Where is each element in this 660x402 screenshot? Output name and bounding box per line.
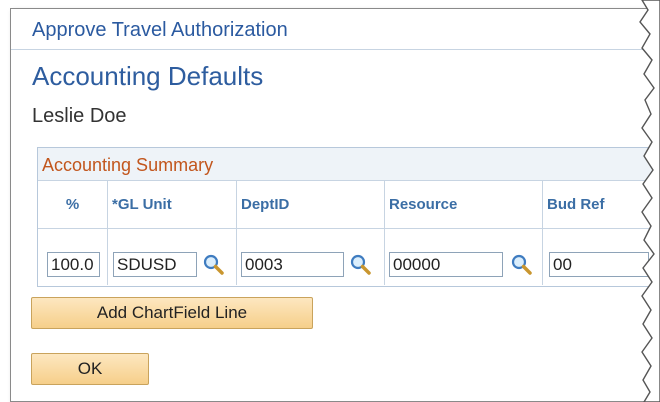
magnifier-lookup-icon[interactable] [510,253,532,275]
grid-title: Accounting Summary [42,155,214,175]
column-headers: % *GL Unit DeptID Resource Bud Ref [38,181,660,229]
add-chartfield-line-button[interactable]: Add ChartField Line [31,297,313,329]
torn-edge-decoration [639,0,660,402]
table-row [38,229,660,285]
resource-input[interactable] [389,252,503,277]
magnifier-lookup-icon[interactable] [202,253,224,275]
title-bar: Approve Travel Authorization [11,9,660,50]
window-title: Approve Travel Authorization [32,19,288,41]
magnifier-lookup-icon[interactable] [349,253,371,275]
column-percent: % [38,181,108,228]
column-gl-unit: *GL Unit [108,181,237,228]
ok-button[interactable]: OK [31,353,149,385]
column-resource: Resource [385,181,543,228]
gl-unit-input[interactable] [113,252,197,277]
page-title: Accounting Defaults [32,61,264,91]
dept-id-input[interactable] [241,252,344,277]
column-dept-id: DeptID [237,181,385,228]
employee-name: Leslie Doe [32,105,127,127]
percent-input[interactable] [47,252,100,277]
accounting-summary-grid: Accounting Summary % *GL Unit DeptID Res… [37,147,660,287]
travel-authorization-window: Approve Travel Authorization Accounting … [10,8,660,402]
grid-header: Accounting Summary [38,148,660,181]
